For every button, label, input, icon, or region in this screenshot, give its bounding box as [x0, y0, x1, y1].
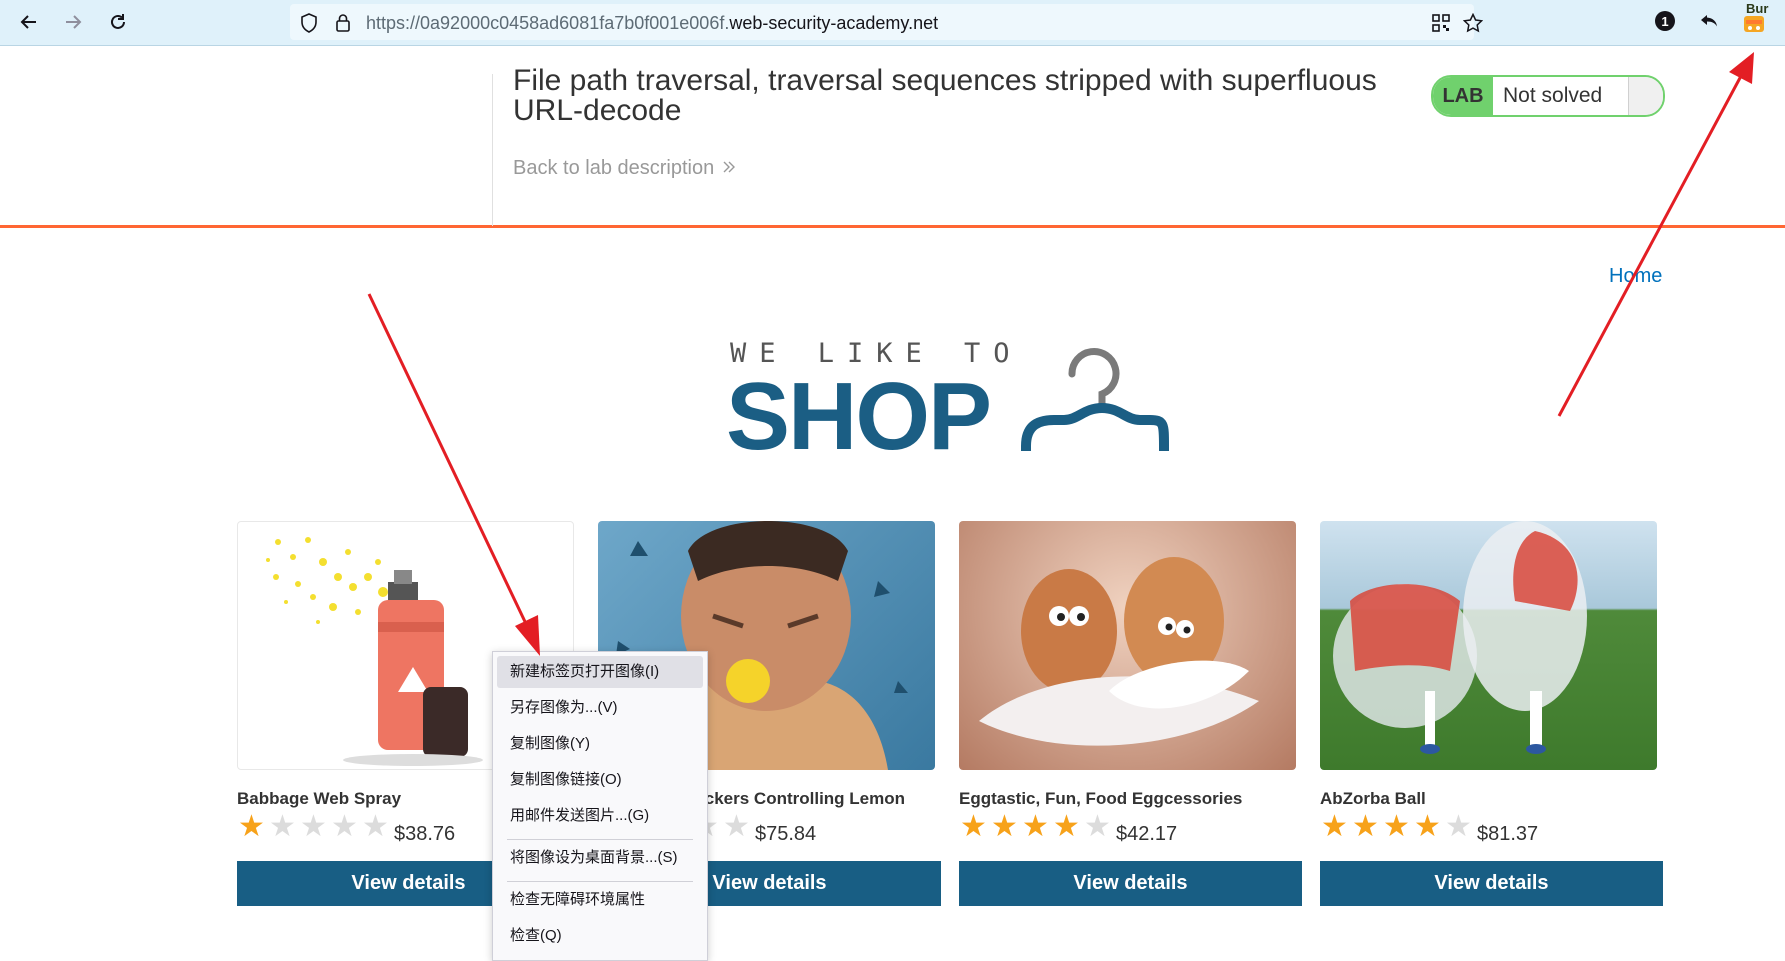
url-domain: web-security-academy.net [729, 13, 939, 33]
back-link-label: Back to lab description [513, 157, 715, 179]
header-divider [492, 74, 493, 226]
star-empty-icon: ★ [723, 810, 750, 843]
product-price: $38.76 [394, 823, 456, 845]
star-empty-icon: ★ [362, 810, 389, 843]
product-name: Babbage Web Spray [237, 789, 402, 808]
star-empty-icon: ★ [1084, 810, 1111, 843]
ctx-separator [507, 881, 693, 882]
ctx-open-image-new-tab[interactable]: 新建标签页打开图像(I) [497, 656, 703, 688]
star-filled-icon: ★ [1414, 810, 1441, 843]
lab-status-widget: LAB Not solved [1431, 75, 1665, 117]
product-rating: ★★★★★ [1320, 812, 1473, 842]
star-empty-icon: ★ [1445, 810, 1472, 843]
notification-count: 1 [1655, 11, 1675, 31]
hanger-icon [1018, 340, 1170, 461]
lab-status-indicator [1628, 77, 1663, 115]
ctx-save-image-as[interactable]: 另存图像为...(V) [497, 692, 703, 724]
ctx-separator [507, 839, 693, 840]
star-filled-icon: ★ [238, 810, 265, 843]
notification-badge-icon[interactable]: 1 [1652, 8, 1678, 34]
burp-extension-label: Bur [1746, 1, 1769, 16]
product-price: $42.17 [1116, 823, 1178, 845]
star-empty-icon: ★ [331, 810, 358, 843]
ctx-set-desktop-background[interactable]: 将图像设为桌面背景...(S) [497, 842, 703, 874]
back-arrow-icon[interactable] [12, 5, 46, 39]
qr-code-icon[interactable] [1430, 12, 1452, 34]
product-name: AbZorba Ball [1320, 789, 1426, 808]
url-prefix: https://0a92000c0458ad6081fa7b0f001e006f… [366, 13, 730, 33]
lab-title: File path traversal, traversal sequences… [513, 64, 1377, 127]
lab-badge: LAB [1433, 77, 1493, 115]
view-details-button[interactable]: View details [1320, 861, 1663, 906]
star-empty-icon: ★ [269, 810, 296, 843]
context-menu: 新建标签页打开图像(I) 另存图像为...(V) 复制图像(Y) 复制图像链接(… [492, 651, 708, 961]
lock-icon[interactable] [332, 12, 354, 34]
undo-arrow-icon[interactable] [1696, 8, 1722, 34]
star-filled-icon: ★ [1022, 810, 1049, 843]
product-rating: ★★★★★ [237, 812, 390, 842]
star-filled-icon: ★ [960, 810, 987, 843]
ctx-copy-image[interactable]: 复制图像(Y) [497, 728, 703, 760]
bookmark-star-icon[interactable] [1462, 12, 1484, 34]
lab-header: File path traversal, traversal sequences… [0, 46, 1785, 228]
home-link[interactable]: Home [1609, 265, 1662, 288]
url-bar[interactable]: https://0a92000c0458ad6081fa7b0f001e006f… [290, 4, 1483, 40]
forward-arrow-icon[interactable] [56, 5, 90, 39]
ctx-inspect[interactable]: 检查(Q) [497, 920, 703, 952]
product-rating: ★★★★★ [959, 812, 1112, 842]
product-image[interactable] [1320, 521, 1657, 770]
reload-icon[interactable] [101, 5, 135, 39]
star-filled-icon: ★ [1321, 810, 1348, 843]
product-price: $81.37 [1477, 823, 1539, 845]
shield-icon[interactable] [298, 12, 320, 34]
star-filled-icon: ★ [991, 810, 1018, 843]
star-filled-icon: ★ [1053, 810, 1080, 843]
star-filled-icon: ★ [1383, 810, 1410, 843]
product-price: $75.84 [755, 823, 817, 845]
star-empty-icon: ★ [300, 810, 327, 843]
url-text[interactable]: https://0a92000c0458ad6081fa7b0f001e006f… [366, 13, 938, 34]
lab-status-text: Not solved [1493, 77, 1628, 115]
product-image[interactable] [959, 521, 1296, 770]
ctx-copy-image-link[interactable]: 复制图像链接(O) [497, 764, 703, 796]
browser-toolbar: https://0a92000c0458ad6081fa7b0f001e006f… [0, 0, 1785, 46]
product-name: Eggtastic, Fun, Food Eggcessories [959, 789, 1243, 808]
star-filled-icon: ★ [1352, 810, 1379, 843]
view-details-button[interactable]: View details [959, 861, 1302, 906]
ctx-email-image[interactable]: 用邮件发送图片...(G) [497, 800, 703, 832]
logo-shop: SHOP [726, 363, 992, 470]
ctx-inspect-accessibility[interactable]: 检查无障碍环境属性 [497, 884, 703, 916]
double-chevron-right-icon [722, 157, 736, 180]
back-to-lab-description-link[interactable]: Back to lab description [513, 157, 736, 180]
